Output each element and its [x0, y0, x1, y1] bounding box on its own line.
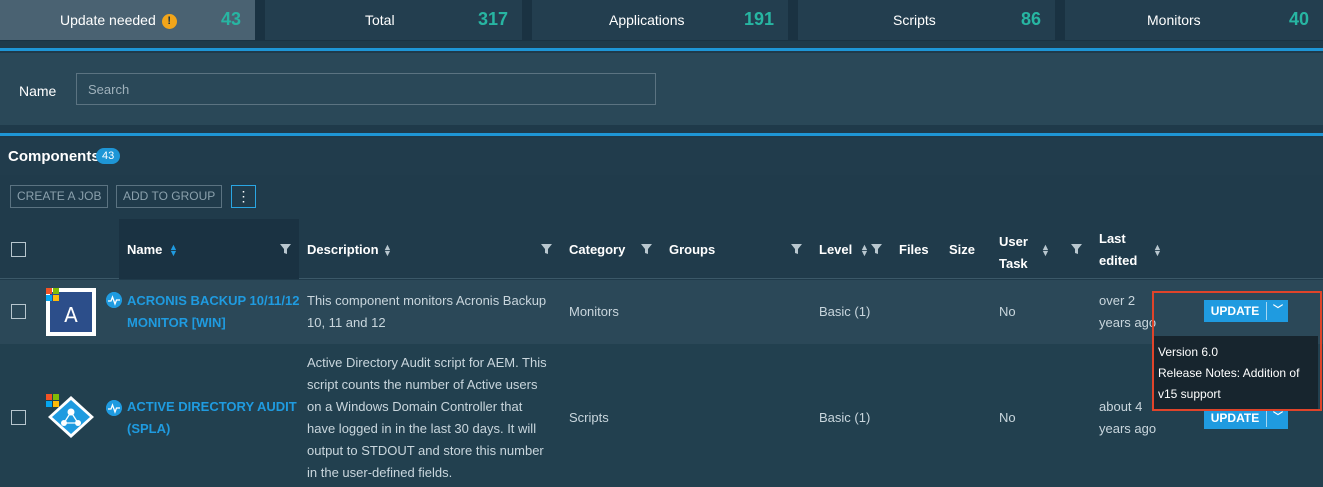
toolbar: CREATE A JOB ADD TO GROUP ⋮ [0, 175, 1323, 219]
component-level: Basic (1) [819, 410, 871, 425]
row-checkbox[interactable] [11, 304, 26, 319]
add-to-group-button[interactable]: ADD TO GROUP [116, 185, 223, 208]
stat-count: 191 [743, 9, 774, 29]
stat-label: Applications [609, 12, 685, 28]
sort-icon[interactable]: ▲ ▼ [383, 243, 392, 258]
stat-label: Monitors [1147, 12, 1201, 28]
column-size[interactable]: Size [949, 242, 975, 257]
column-files[interactable]: Files [899, 242, 929, 257]
filter-panel: Name [0, 53, 1323, 125]
component-user-task: No [999, 410, 1016, 425]
stat-count: 86 [1020, 9, 1041, 29]
name-filter-label: Name [19, 83, 57, 99]
filter-icon[interactable] [871, 244, 882, 254]
more-actions-icon[interactable]: ⋮ [231, 185, 256, 208]
table-header: Name ▲ ▼ Description ▲ ▼ Category Groups L… [0, 219, 1323, 279]
monitor-type-icon [106, 292, 122, 308]
sort-icon[interactable]: ▲ ▼ [169, 243, 178, 258]
column-groups[interactable]: Groups [669, 242, 715, 257]
component-name-link[interactable]: ACTIVE DIRECTORY AUDIT (SPLA) [127, 396, 297, 440]
acronis-logo-icon: A [46, 288, 96, 336]
script-type-icon [106, 400, 122, 416]
stat-applications[interactable]: Applications 191 [532, 0, 788, 40]
components-title: Components [8, 148, 100, 165]
component-last-edited: about 4 years ago [1099, 399, 1157, 436]
column-last-edited[interactable]: Last edited [1099, 228, 1137, 272]
stat-monitors[interactable]: Monitors 40 [1065, 0, 1323, 40]
highlight-box [1152, 291, 1322, 411]
filter-icon[interactable] [641, 244, 652, 254]
stat-label: Total [365, 12, 395, 28]
stat-update-needed[interactable]: Update needed! 43 [0, 0, 255, 40]
component-category: Monitors [569, 304, 619, 319]
column-user-task[interactable]: User Task [999, 231, 1028, 275]
column-level[interactable]: Level [819, 242, 852, 257]
sort-icon[interactable]: ▲ ▼ [1041, 243, 1050, 258]
stats-bar: Update needed! 43 Total 317 Applications… [0, 0, 1323, 41]
stat-label: Scripts [893, 12, 936, 28]
stat-total[interactable]: Total 317 [265, 0, 522, 40]
stat-count: 317 [477, 9, 508, 29]
filter-icon[interactable] [280, 244, 291, 254]
sort-icon[interactable]: ▲ ▼ [860, 243, 869, 258]
active-directory-icon [46, 394, 94, 438]
search-input[interactable] [76, 73, 656, 105]
filter-icon[interactable] [1071, 244, 1082, 254]
table-row[interactable]: ACTIVE DIRECTORY AUDIT (SPLA) Active Dire… [0, 344, 1323, 487]
warning-icon: ! [161, 14, 177, 29]
component-last-edited: over 2 years ago [1099, 293, 1157, 330]
components-header: Components 43 [0, 138, 1323, 175]
column-name[interactable]: Name [127, 242, 162, 257]
stat-count: 40 [1288, 9, 1309, 29]
column-description[interactable]: Description [307, 242, 379, 257]
svg-text:A: A [64, 303, 78, 327]
component-description: This component monitors Acronis Backup 10… [307, 293, 547, 330]
component-description: Active Directory Audit script for AEM. T… [307, 355, 547, 480]
stat-label: Update needed! [60, 12, 177, 29]
stat-count: 43 [220, 9, 241, 29]
divider [0, 133, 1323, 136]
divider [0, 48, 1323, 51]
component-category: Scripts [569, 410, 609, 425]
row-checkbox[interactable] [11, 410, 26, 425]
component-user-task: No [999, 304, 1016, 319]
stat-scripts[interactable]: Scripts 86 [798, 0, 1055, 40]
create-job-button[interactable]: CREATE A JOB [10, 185, 109, 208]
components-count-badge: 43 [96, 148, 121, 164]
column-category[interactable]: Category [569, 242, 625, 257]
filter-icon[interactable] [541, 244, 552, 254]
filter-icon[interactable] [791, 244, 802, 254]
select-all-checkbox[interactable] [11, 242, 26, 257]
sort-icon[interactable]: ▲ ▼ [1153, 243, 1162, 258]
component-name-link[interactable]: ACRONIS BACKUP 10/11/12 MONITOR [WIN] [127, 290, 299, 334]
component-level: Basic (1) [819, 304, 871, 319]
table-row[interactable]: A ACRONIS BACKUP 10/11/12 MONITOR [WIN] T… [0, 280, 1323, 344]
